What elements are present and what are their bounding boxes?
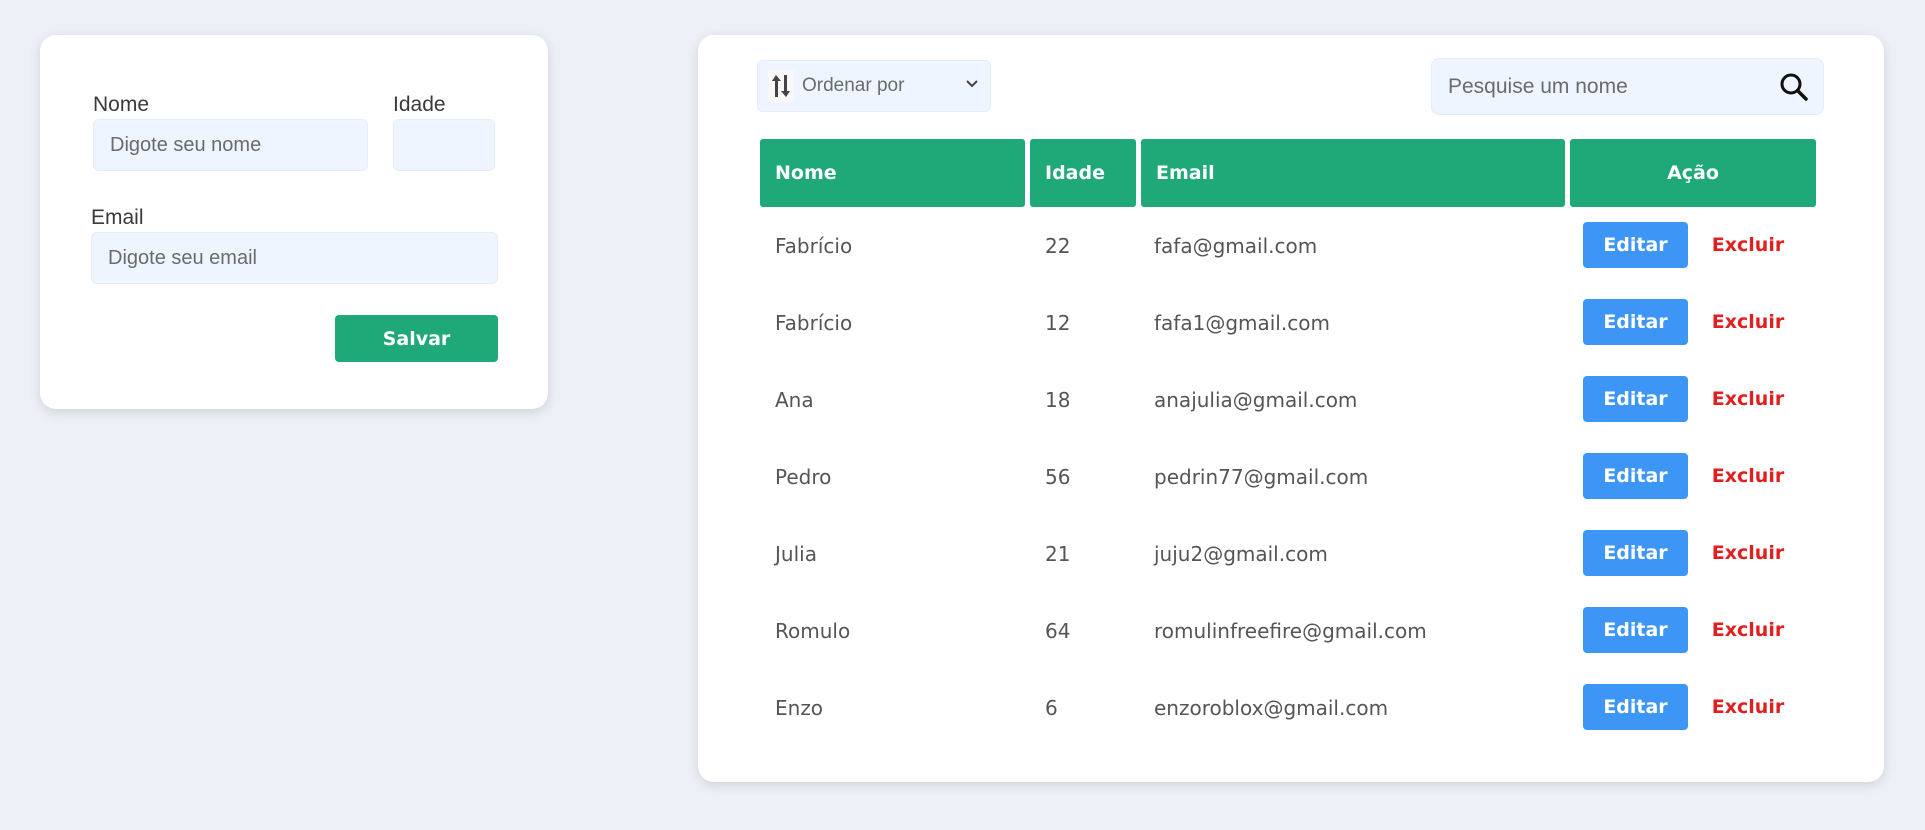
table-row: Pedro 56 pedrin77@gmail.com Editar Excluir	[698, 438, 1884, 515]
header-email: Email	[1141, 139, 1565, 207]
edit-button[interactable]: Editar	[1583, 453, 1688, 499]
cell-email: juju2@gmail.com	[1154, 541, 1328, 566]
age-label: Idade	[393, 93, 446, 116]
edit-button[interactable]: Editar	[1583, 530, 1688, 576]
cell-name: Julia	[775, 541, 817, 566]
search-input[interactable]	[1432, 59, 1772, 114]
cell-age: 21	[1045, 541, 1071, 566]
cell-age: 22	[1045, 233, 1071, 258]
cell-name: Romulo	[775, 618, 851, 643]
sort-arrows-icon	[768, 70, 794, 102]
table-row: Fabrício 12 fafa1@gmail.com Editar Excluir	[698, 284, 1884, 361]
users-table-card: Ordenar por Nome Idade Email Ação Fabríc…	[698, 35, 1884, 782]
age-input[interactable]	[393, 119, 495, 171]
edit-button[interactable]: Editar	[1583, 376, 1688, 422]
cell-email: anajulia@gmail.com	[1154, 387, 1358, 412]
search-icon[interactable]	[1779, 72, 1809, 107]
delete-button[interactable]: Excluir	[1703, 299, 1793, 345]
edit-button[interactable]: Editar	[1583, 222, 1688, 268]
name-label: Nome	[93, 93, 150, 116]
sort-label: Ordenar por	[802, 75, 905, 96]
edit-button[interactable]: Editar	[1583, 299, 1688, 345]
header-acao: Ação	[1570, 139, 1816, 207]
search-box	[1431, 58, 1824, 115]
cell-email: fafa@gmail.com	[1154, 233, 1318, 258]
cell-age: 56	[1045, 464, 1071, 489]
delete-button[interactable]: Excluir	[1703, 684, 1793, 730]
chevron-down-icon	[964, 76, 980, 97]
cell-email: romulinfreefire@gmail.com	[1154, 618, 1427, 643]
table-row: Ana 18 anajulia@gmail.com Editar Excluir	[698, 361, 1884, 438]
cell-email: pedrin77@gmail.com	[1154, 464, 1369, 489]
user-form-card: Nome Idade Email Salvar	[40, 35, 548, 409]
edit-button[interactable]: Editar	[1583, 684, 1688, 730]
header-idade: Idade	[1030, 139, 1136, 207]
save-button[interactable]: Salvar	[335, 315, 498, 362]
table-row: Romulo 64 romulinfreefire@gmail.com Editar E…	[698, 592, 1884, 669]
edit-button[interactable]: Editar	[1583, 607, 1688, 653]
table-row: Julia 21 juju2@gmail.com Editar Excluir	[698, 515, 1884, 592]
email-input[interactable]	[91, 232, 498, 284]
header-nome: Nome	[760, 139, 1025, 207]
cell-name: Pedro	[775, 464, 832, 489]
email-label: Email	[91, 206, 144, 229]
delete-button[interactable]: Excluir	[1703, 607, 1793, 653]
delete-button[interactable]: Excluir	[1703, 530, 1793, 576]
cell-name: Enzo	[775, 695, 824, 720]
table-row: Enzo 6 enzoroblox@gmail.com Editar Excluir	[698, 669, 1884, 746]
cell-age: 18	[1045, 387, 1071, 412]
cell-name: Ana	[775, 387, 814, 412]
sort-select[interactable]: Ordenar por	[757, 60, 991, 112]
cell-email: fafa1@gmail.com	[1154, 310, 1330, 335]
cell-age: 64	[1045, 618, 1071, 643]
delete-button[interactable]: Excluir	[1703, 376, 1793, 422]
table-row: Fabrício 22 fafa@gmail.com Editar Excluir	[698, 207, 1884, 284]
cell-email: enzoroblox@gmail.com	[1154, 695, 1389, 720]
cell-name: Fabrício	[775, 310, 853, 335]
cell-age: 12	[1045, 310, 1071, 335]
delete-button[interactable]: Excluir	[1703, 222, 1793, 268]
name-input[interactable]	[93, 119, 368, 171]
cell-age: 6	[1045, 695, 1058, 720]
cell-name: Fabrício	[775, 233, 853, 258]
delete-button[interactable]: Excluir	[1703, 453, 1793, 499]
